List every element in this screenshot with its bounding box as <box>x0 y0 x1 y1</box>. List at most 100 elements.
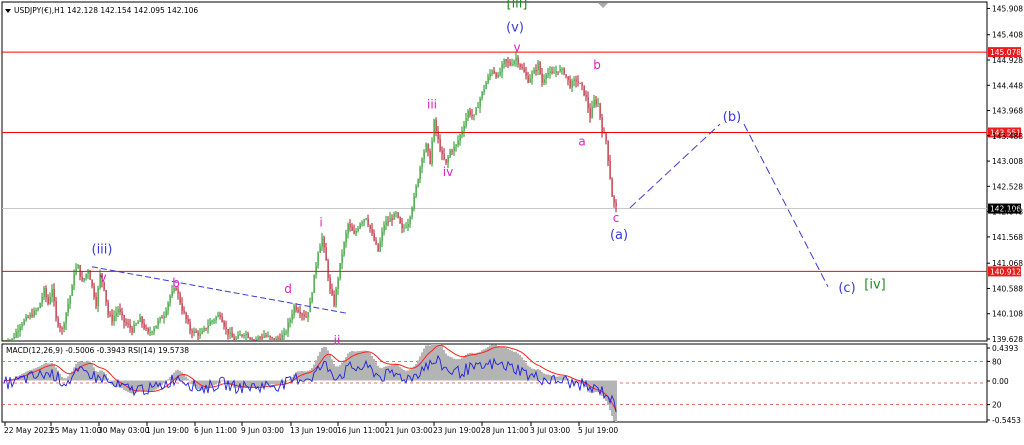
time-tick-label: 30 May 03:00 <box>98 426 150 435</box>
macd-histogram-bar <box>607 380 609 405</box>
macd-histogram-bar <box>169 376 171 381</box>
candle-body <box>217 314 219 317</box>
candle-body <box>481 91 483 99</box>
candle-body <box>425 143 427 152</box>
macd-histogram-bar <box>79 361 81 381</box>
candle-body <box>485 82 487 89</box>
macd-histogram-bar <box>423 348 425 381</box>
macd-histogram-bar <box>375 362 377 381</box>
candle-body <box>213 319 215 321</box>
candle-body <box>327 260 329 278</box>
candle-body <box>139 316 141 322</box>
candle-body <box>453 146 455 152</box>
candle-body <box>531 73 533 79</box>
candle-body <box>243 334 245 336</box>
macd-histogram-bar <box>287 380 289 382</box>
candle-body <box>209 321 211 326</box>
candle-body <box>71 285 73 296</box>
candle-body <box>165 310 167 317</box>
candle-body <box>159 317 161 321</box>
macd-histogram-bar <box>569 380 571 381</box>
candle-body <box>231 332 233 338</box>
candle-body <box>387 221 389 223</box>
macd-histogram-bar <box>167 379 169 381</box>
candle-body <box>443 153 445 160</box>
candle-body <box>301 314 303 316</box>
candle-body <box>605 133 607 141</box>
macd-histogram-bar <box>303 371 305 381</box>
candle-body <box>469 110 471 115</box>
candle-body <box>237 334 239 339</box>
macd-histogram-bar <box>271 380 273 385</box>
time-axis: 22 May 202325 May 11:0030 May 03:001 Jun… <box>4 422 618 435</box>
candle-body <box>503 59 505 65</box>
candle-body <box>279 338 281 340</box>
candle-body <box>337 278 339 289</box>
candle-body <box>451 150 453 152</box>
candle-body <box>41 297 43 304</box>
candle-body <box>597 103 599 105</box>
candle-body <box>409 216 411 224</box>
wave-label: v <box>513 40 520 54</box>
wave-label: [iv] <box>864 278 885 293</box>
candle-body <box>581 83 583 86</box>
candle-body <box>585 95 587 97</box>
time-tick-label: 1 Jun 19:00 <box>146 426 189 435</box>
candle-body <box>541 73 543 83</box>
candle-body <box>489 73 491 77</box>
wave-label: iv <box>443 165 453 179</box>
candle-body <box>81 276 83 281</box>
candle-body <box>11 338 13 340</box>
macd-histogram-bar <box>479 351 481 381</box>
candle-body <box>543 79 545 83</box>
candle-body <box>435 119 437 132</box>
macd-histogram-bar <box>393 364 395 381</box>
price-tick-label: 145.908 <box>992 4 1023 13</box>
candle-body <box>149 332 151 334</box>
macd-histogram-bar <box>529 367 531 381</box>
indicator-tick-label: 0.00 <box>992 377 1009 386</box>
candle-body <box>49 297 51 304</box>
macd-histogram-bar <box>225 380 227 383</box>
candle-body <box>579 82 581 84</box>
candle-body <box>439 139 441 151</box>
candle-body <box>187 318 189 323</box>
chart-canvas[interactable]: 145.078143.551140.912142.106 0.4393800.0… <box>0 0 1024 441</box>
candle-body <box>483 88 485 92</box>
candle-body <box>275 338 277 340</box>
candle-body <box>551 71 553 74</box>
candle-body <box>147 328 149 333</box>
candle-body <box>499 72 501 75</box>
candle-body <box>367 218 369 226</box>
candle-body <box>117 309 119 313</box>
candle-body <box>15 331 17 338</box>
candle-body <box>557 71 559 73</box>
candle-body <box>53 289 55 302</box>
candle-body <box>135 323 137 325</box>
candle-body <box>291 314 293 320</box>
candle-body <box>107 302 109 315</box>
candle-body <box>427 143 429 152</box>
macd-histogram-bar <box>349 351 351 381</box>
candle-body <box>511 64 513 66</box>
macd-histogram-bar <box>319 351 321 381</box>
macd-histogram-bar <box>441 346 443 381</box>
macd-histogram-bar <box>443 349 445 381</box>
chart-window[interactable]: 145.078 143.551 140.912 142.106 0.4393 80 0.0… <box>0 0 1024 441</box>
candle-body <box>319 246 321 253</box>
candle-body <box>405 226 407 228</box>
candle-body <box>293 305 295 315</box>
candle-body <box>39 303 41 309</box>
price-tick-label: 144.448 <box>992 81 1023 90</box>
macd-histogram-bar <box>403 369 405 381</box>
candle-body <box>247 333 249 338</box>
macd-histogram-bar <box>477 352 479 381</box>
candle-body <box>599 103 601 118</box>
time-tick-label: 25 May 11:00 <box>50 426 102 435</box>
candle-body <box>263 335 265 338</box>
candle-body <box>471 114 473 116</box>
candle-body <box>113 315 115 322</box>
macd-histogram-bar <box>609 380 611 411</box>
candle-body <box>25 316 27 321</box>
candle-body <box>423 151 425 159</box>
